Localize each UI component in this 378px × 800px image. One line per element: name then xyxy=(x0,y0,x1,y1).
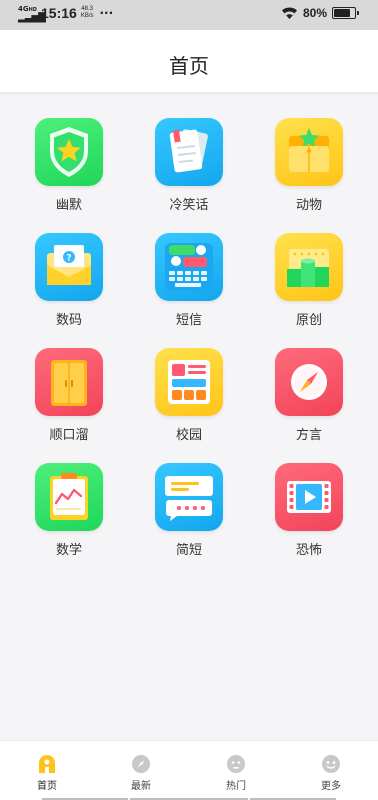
status-left: 4GHD ▂▃▅▇ 15:16 48.3 KB/s ··· xyxy=(18,5,114,23)
bar-chart-icon xyxy=(275,233,343,301)
tab-label: 首页 xyxy=(37,781,57,792)
wifi-icon xyxy=(281,7,297,19)
notification-more-icon: ··· xyxy=(99,6,114,20)
tab-latest[interactable]: 最新 xyxy=(94,741,188,800)
network-speed: 48.3 KB/s xyxy=(81,6,94,20)
home-icon xyxy=(39,755,55,773)
tab-label: 最新 xyxy=(131,781,151,792)
board-icon xyxy=(155,348,223,416)
status-right: 80% xyxy=(281,6,359,20)
film-play-icon xyxy=(275,463,343,531)
tab-hot[interactable]: 热门 xyxy=(189,741,283,800)
network-indicator: 4GHD ▂▃▅▇ xyxy=(18,5,46,23)
category-label: 数码 xyxy=(55,313,82,328)
category-label: 原创 xyxy=(295,313,322,328)
category-label: 动物 xyxy=(295,198,322,213)
tab-label: 热门 xyxy=(226,781,246,792)
category-label: 短信 xyxy=(175,313,202,328)
category-original[interactable]: 原创 xyxy=(249,233,369,328)
category-label: 幽默 xyxy=(55,198,82,213)
compass-small-icon xyxy=(132,755,150,773)
category-label: 恐怖 xyxy=(295,543,322,558)
message-lines-icon xyxy=(155,463,223,531)
category-campus[interactable]: 校园 xyxy=(129,348,249,443)
tab-label: 更多 xyxy=(321,781,341,792)
face-icon xyxy=(227,755,245,773)
speed-value: 48.3 xyxy=(81,6,93,12)
chat-keyboard-icon xyxy=(155,233,223,301)
envelope-question-icon: ? xyxy=(35,233,103,301)
category-dialect[interactable]: 方言 xyxy=(249,348,369,443)
category-label: 顺口溜 xyxy=(49,428,89,443)
category-digital[interactable]: ? 数码 xyxy=(9,233,129,328)
category-sms[interactable]: 短信 xyxy=(129,233,249,328)
notebook-icon xyxy=(155,118,223,186)
speed-unit: KB/s xyxy=(80,13,94,19)
category-label: 冷笑话 xyxy=(169,198,209,213)
category-label: 数学 xyxy=(55,543,82,558)
signal-icon: ▂▃▅▇ xyxy=(18,11,46,23)
folder-star-icon xyxy=(275,118,343,186)
shield-star-icon xyxy=(35,118,103,186)
cabinet-icon xyxy=(35,348,103,416)
tab-home[interactable]: 首页 xyxy=(0,741,94,800)
category-humor[interactable]: 幽默 xyxy=(9,118,129,213)
header: 首页 xyxy=(0,30,378,92)
compass-icon xyxy=(275,348,343,416)
clock: 15:16 xyxy=(41,5,77,21)
svg-text:?: ? xyxy=(66,254,71,264)
category-animals[interactable]: 动物 xyxy=(249,118,369,213)
face-smile-icon xyxy=(322,755,340,773)
category-cold-jokes[interactable]: 冷笑话 xyxy=(129,118,249,213)
battery-icon xyxy=(332,7,359,19)
category-math[interactable]: 数学 xyxy=(9,463,129,558)
tab-more[interactable]: 更多 xyxy=(284,741,378,800)
category-label: 方言 xyxy=(295,428,322,443)
category-label: 简短 xyxy=(175,543,202,558)
clipboard-chart-icon xyxy=(35,463,103,531)
category-doggerel[interactable]: 顺口溜 xyxy=(9,348,129,443)
category-short[interactable]: 简短 xyxy=(129,463,249,558)
status-bar: 4GHD ▂▃▅▇ 15:16 48.3 KB/s ··· 80% xyxy=(0,0,378,30)
header-divider xyxy=(0,92,378,96)
category-label: 校园 xyxy=(175,428,202,443)
page-title: 首页 xyxy=(169,54,209,78)
battery-percent: 80% xyxy=(302,6,327,20)
category-horror[interactable]: 恐怖 xyxy=(249,463,369,558)
battery-level xyxy=(334,9,350,17)
bottom-tab-bar: 首页 最新 热门 更多 xyxy=(0,740,378,800)
